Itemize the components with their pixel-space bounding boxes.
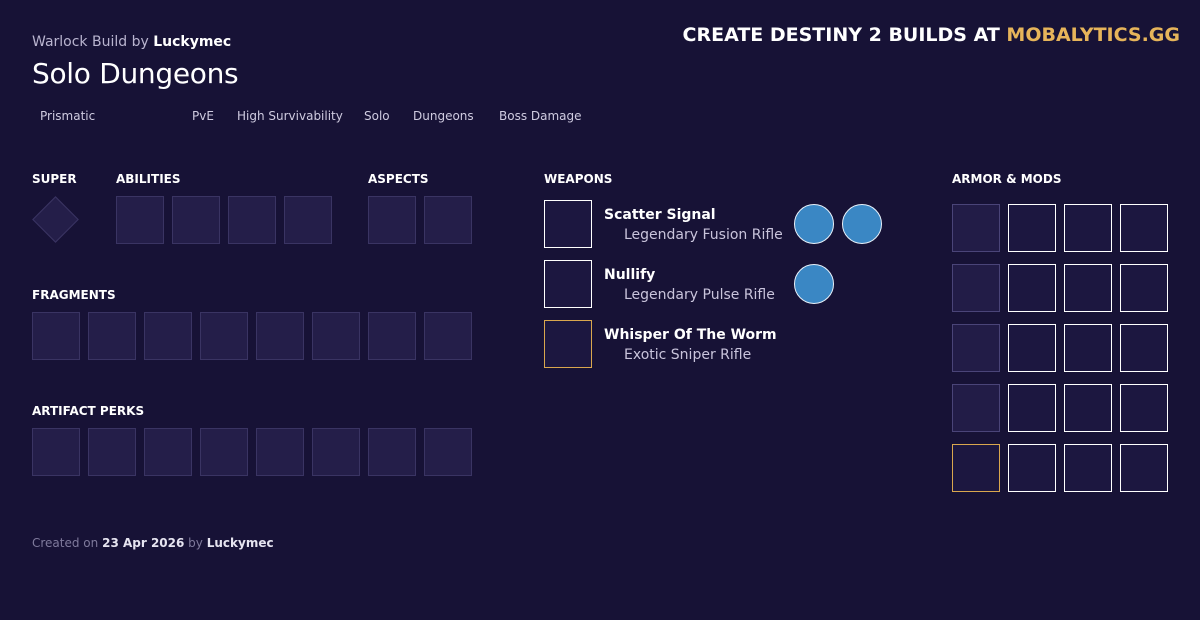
created-date: 23 Apr 2026	[102, 536, 185, 550]
artifact-perks-label: ARTIFACT PERKS	[32, 404, 145, 418]
armor-mod-slot[interactable]	[1064, 204, 1112, 252]
tag-prismatic: Prismatic	[40, 109, 96, 123]
armor-piece-slot[interactable]	[952, 324, 1000, 372]
armor-mods-label: ARMOR & MODS	[952, 172, 1062, 186]
aspects-label: ASPECTS	[368, 172, 429, 186]
armor-mod-slot[interactable]	[1120, 264, 1168, 312]
fragment-slot[interactable]	[88, 312, 136, 360]
author-link[interactable]: Luckymec	[153, 34, 231, 50]
abilities-label: ABILITIES	[116, 172, 181, 186]
weapon-type: Exotic Sniper Rifle	[624, 347, 752, 363]
weapon-name: Nullify	[604, 267, 656, 283]
super-label: SUPER	[32, 172, 77, 186]
armor-mod-slot[interactable]	[1120, 384, 1168, 432]
artifact-perk-slot[interactable]	[88, 428, 136, 476]
promo-banner[interactable]: CREATE DESTINY 2 BUILDS AT MOBALYTICS.GG	[683, 24, 1180, 46]
armor-piece-slot-exotic[interactable]	[952, 444, 1000, 492]
ability-slot[interactable]	[284, 196, 332, 244]
weapon-mod-icon[interactable]	[794, 264, 834, 304]
armor-mod-slot[interactable]	[1008, 204, 1056, 252]
fragment-slot[interactable]	[144, 312, 192, 360]
tag-dungeons: Dungeons	[413, 109, 474, 123]
weapon-icon-slot-exotic[interactable]	[544, 320, 592, 368]
fragment-slot[interactable]	[312, 312, 360, 360]
build-subtitle: Warlock Build by Luckymec	[32, 34, 231, 50]
armor-piece-slot[interactable]	[952, 384, 1000, 432]
weapon-name: Scatter Signal	[604, 207, 716, 223]
aspect-slot[interactable]	[368, 196, 416, 244]
footer: Created on 23 Apr 2026 by Luckymec	[32, 536, 274, 550]
artifact-perk-slot[interactable]	[312, 428, 360, 476]
weapon-type: Legendary Pulse Rifle	[624, 287, 775, 303]
fragments-label: FRAGMENTS	[32, 288, 116, 302]
aspect-slot[interactable]	[424, 196, 472, 244]
weapon-name: Whisper Of The Worm	[604, 327, 777, 343]
ability-slot[interactable]	[116, 196, 164, 244]
armor-mod-slot[interactable]	[1120, 444, 1168, 492]
weapons-label: WEAPONS	[544, 172, 613, 186]
fragment-slot[interactable]	[32, 312, 80, 360]
weapon-icon-slot[interactable]	[544, 260, 592, 308]
artifact-perk-slot[interactable]	[424, 428, 472, 476]
armor-mod-slot[interactable]	[1008, 264, 1056, 312]
tag-boss-damage: Boss Damage	[499, 109, 582, 123]
armor-mod-slot[interactable]	[1064, 384, 1112, 432]
tag-solo: Solo	[364, 109, 390, 123]
fragment-slot[interactable]	[368, 312, 416, 360]
weapon-icon-slot[interactable]	[544, 200, 592, 248]
armor-mod-slot[interactable]	[1064, 264, 1112, 312]
artifact-perk-slot[interactable]	[256, 428, 304, 476]
artifact-perk-slot[interactable]	[32, 428, 80, 476]
armor-mod-slot[interactable]	[1120, 204, 1168, 252]
footer-author-link[interactable]: Luckymec	[207, 536, 274, 550]
armor-mod-slot[interactable]	[1008, 324, 1056, 372]
created-label: Created on	[32, 536, 99, 550]
fragment-slot[interactable]	[256, 312, 304, 360]
tag-high-survivability: High Survivability	[237, 109, 343, 123]
ability-slot[interactable]	[228, 196, 276, 244]
promo-site[interactable]: MOBALYTICS.GG	[1006, 24, 1180, 46]
weapon-mod-icon[interactable]	[842, 204, 882, 244]
armor-mod-slot[interactable]	[1120, 324, 1168, 372]
weapon-type: Legendary Fusion Rifle	[624, 227, 783, 243]
page-title: Solo Dungeons	[32, 57, 239, 90]
artifact-perk-slot[interactable]	[144, 428, 192, 476]
tag-pve: PvE	[192, 109, 214, 123]
fragment-slot[interactable]	[200, 312, 248, 360]
promo-text: CREATE DESTINY 2 BUILDS AT	[682, 24, 1000, 46]
weapon-mod-icon[interactable]	[794, 204, 834, 244]
armor-mod-slot[interactable]	[1064, 444, 1112, 492]
armor-mod-slot[interactable]	[1008, 444, 1056, 492]
armor-mod-slot[interactable]	[1008, 384, 1056, 432]
fragment-slot[interactable]	[424, 312, 472, 360]
class-build-label: Warlock Build by	[32, 34, 149, 50]
by-label: by	[188, 536, 203, 550]
artifact-perk-slot[interactable]	[200, 428, 248, 476]
super-slot[interactable]	[32, 196, 79, 243]
artifact-perk-slot[interactable]	[368, 428, 416, 476]
armor-mod-slot[interactable]	[1064, 324, 1112, 372]
armor-piece-slot[interactable]	[952, 264, 1000, 312]
ability-slot[interactable]	[172, 196, 220, 244]
armor-piece-slot[interactable]	[952, 204, 1000, 252]
